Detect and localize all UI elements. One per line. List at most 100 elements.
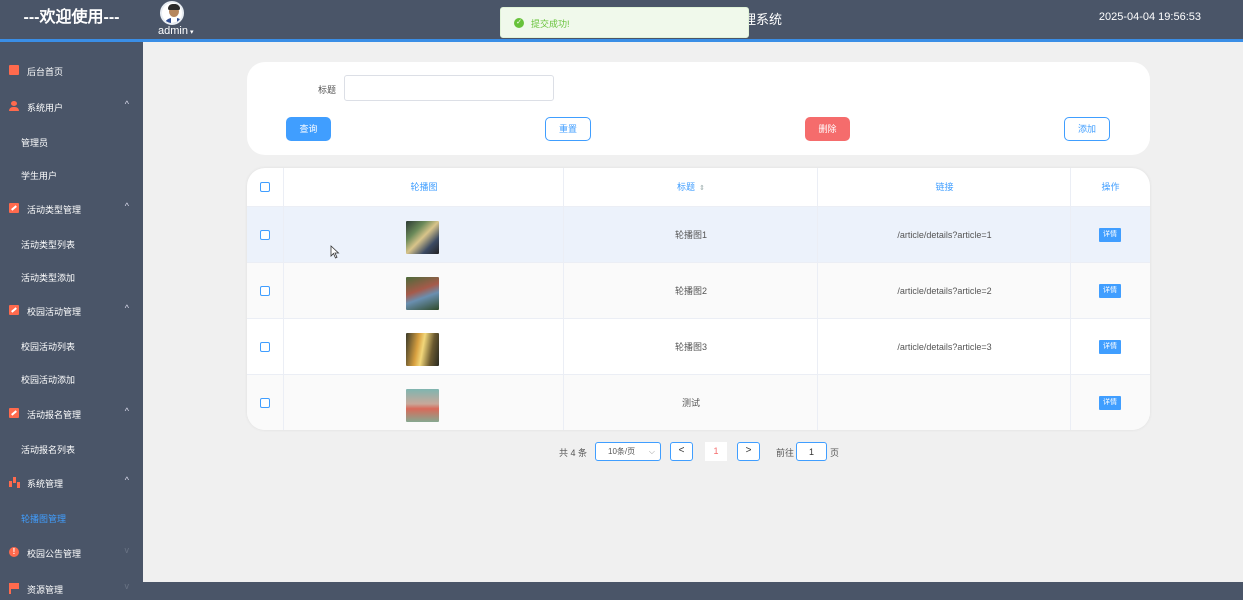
- row-link: [818, 375, 1071, 430]
- sidebar-item-label: 校园活动添加: [21, 375, 76, 385]
- table-row[interactable]: 轮播图2 /article/details?article=2 详情: [247, 263, 1150, 319]
- row-link: /article/details?article=3: [897, 342, 992, 352]
- row-link: /article/details?article=1: [897, 230, 992, 240]
- sidebar-item-label: 系统管理: [27, 479, 64, 489]
- chevron-down-icon: v: [124, 581, 130, 591]
- flag-icon: [9, 583, 19, 594]
- datetime: 2025-04-04 19:56:53: [1098, 11, 1201, 23]
- add-button[interactable]: 添加: [1064, 117, 1110, 141]
- avatar[interactable]: [160, 1, 184, 25]
- edit-icon: [9, 408, 19, 418]
- chevron-up-icon: ^: [124, 303, 129, 313]
- reset-button[interactable]: 重置: [545, 117, 591, 141]
- column-header-title-label: 标题: [677, 182, 696, 192]
- title-field-label: 标题: [318, 85, 337, 95]
- sidebar-item-label: 活动类型添加: [21, 273, 76, 283]
- column-header-link: 链接: [935, 182, 954, 192]
- bar-chart-icon: [9, 477, 19, 487]
- page-size-value: 10条/页: [608, 447, 636, 456]
- carousel-thumbnail[interactable]: [406, 389, 439, 422]
- column-divider: [283, 168, 284, 430]
- sidebar-item-label: 校园公告管理: [27, 549, 82, 559]
- row-checkbox[interactable]: [260, 398, 270, 408]
- row-checkbox[interactable]: [260, 286, 270, 296]
- page-size-select[interactable]: 10条/页 ⌵: [595, 442, 661, 461]
- next-page-button[interactable]: >: [737, 442, 760, 461]
- sidebar-item-admins[interactable]: 管理员: [0, 124, 143, 158]
- user-menu[interactable]: admin ▾: [158, 25, 193, 37]
- table-row[interactable]: 轮播图3 /article/details?article=3 详情: [247, 319, 1150, 375]
- success-toast: ✓ 提交成功!: [500, 7, 749, 38]
- title-search-input[interactable]: [344, 75, 554, 101]
- chevron-up-icon: ^: [124, 475, 129, 485]
- sidebar-item-label: 活动报名管理: [27, 410, 82, 420]
- table-header: 轮播图 标题 ⇕ 链接 操作: [247, 168, 1150, 207]
- edit-icon: [9, 305, 19, 315]
- row-title: 轮播图2: [674, 286, 707, 296]
- pagination-total: 共 4 条: [559, 448, 588, 458]
- edit-icon: [9, 203, 19, 213]
- sidebar-item-dashboard[interactable]: 后台首页: [0, 53, 143, 87]
- carousel-thumbnail[interactable]: [406, 277, 439, 310]
- column-divider: [817, 168, 818, 430]
- sidebar-item-label: 校园活动列表: [21, 342, 76, 352]
- row-checkbox[interactable]: [260, 342, 270, 352]
- column-header-actions: 操作: [1101, 182, 1120, 192]
- goto-page-input[interactable]: [796, 442, 827, 461]
- sidebar-item-label: 系统用户: [27, 103, 64, 113]
- user-icon: [9, 101, 19, 111]
- sidebar-item-activity-types[interactable]: 活动类型管理 ^: [0, 191, 143, 225]
- check-circle-icon: ✓: [514, 18, 524, 28]
- sidebar-item-label: 活动类型列表: [21, 240, 76, 250]
- carousel-thumbnail[interactable]: [406, 333, 439, 366]
- sidebar-item-announcements[interactable]: ! 校园公告管理 v: [0, 535, 143, 569]
- detail-button[interactable]: 详情: [1099, 340, 1121, 354]
- detail-button[interactable]: 详情: [1099, 396, 1121, 410]
- row-link: /article/details?article=2: [897, 286, 992, 296]
- sidebar-item-label: 活动类型管理: [27, 205, 82, 215]
- sort-icon[interactable]: ⇕: [699, 185, 705, 192]
- sidebar-item-campus-activity-add[interactable]: 校园活动添加: [0, 361, 143, 395]
- carousel-table: 轮播图1 /article/details?article=1 详情 轮播图2 …: [247, 168, 1150, 430]
- prev-page-button[interactable]: <: [670, 442, 693, 461]
- chevron-down-icon: ⌵: [648, 447, 655, 456]
- sidebar-item-label: 资源管理: [27, 585, 64, 595]
- sidebar-item-carousel[interactable]: 轮播图管理: [0, 500, 143, 534]
- goto-label: 前往: [776, 448, 795, 458]
- footer-bar: [143, 582, 1243, 600]
- sidebar-item-campus-activity-list[interactable]: 校园活动列表: [0, 328, 143, 362]
- sidebar-item-students[interactable]: 学生用户: [0, 157, 143, 191]
- page-number-current[interactable]: 1: [705, 442, 727, 461]
- sidebar-item-label: 活动报名列表: [21, 445, 76, 455]
- sidebar-item-label: 校园活动管理: [27, 307, 82, 317]
- select-all-checkbox[interactable]: [260, 182, 270, 192]
- sidebar-item-system-management[interactable]: 系统管理 ^: [0, 465, 143, 499]
- chevron-down-icon: v: [124, 545, 130, 555]
- username: admin: [158, 25, 188, 37]
- sidebar-item-registrations[interactable]: 活动报名管理 ^: [0, 396, 143, 430]
- chevron-up-icon: ^: [124, 99, 129, 109]
- detail-button[interactable]: 详情: [1099, 228, 1121, 242]
- table-row[interactable]: 测试 详情: [247, 375, 1150, 430]
- sidebar-item-activity-type-add[interactable]: 活动类型添加: [0, 259, 143, 293]
- sidebar-item-activity-type-list[interactable]: 活动类型列表: [0, 226, 143, 260]
- delete-button[interactable]: 删除: [805, 117, 850, 141]
- sidebar-item-campus-activities[interactable]: 校园活动管理 ^: [0, 293, 143, 327]
- monitor-icon: [9, 65, 19, 75]
- column-divider: [563, 168, 564, 430]
- table-row[interactable]: 轮播图1 /article/details?article=1 详情: [247, 207, 1150, 263]
- sidebar-item-system-users[interactable]: 系统用户 ^: [0, 89, 143, 123]
- column-header-title[interactable]: 标题 ⇕: [564, 168, 818, 207]
- detail-button[interactable]: 详情: [1099, 284, 1121, 298]
- row-title: 轮播图1: [674, 230, 707, 240]
- sidebar-item-label: 学生用户: [21, 171, 58, 181]
- sidebar-item-resources[interactable]: 资源管理 v: [0, 571, 143, 600]
- query-button[interactable]: 查询: [286, 117, 331, 141]
- row-checkbox[interactable]: [260, 230, 270, 240]
- column-divider: [1070, 168, 1071, 430]
- carousel-thumbnail[interactable]: [406, 221, 439, 254]
- search-panel: 标题 查询 重置 删除 添加: [247, 62, 1150, 155]
- sidebar-item-label: 管理员: [21, 138, 49, 148]
- page-suffix-label: 页: [830, 448, 840, 458]
- sidebar-item-registration-list[interactable]: 活动报名列表: [0, 431, 143, 465]
